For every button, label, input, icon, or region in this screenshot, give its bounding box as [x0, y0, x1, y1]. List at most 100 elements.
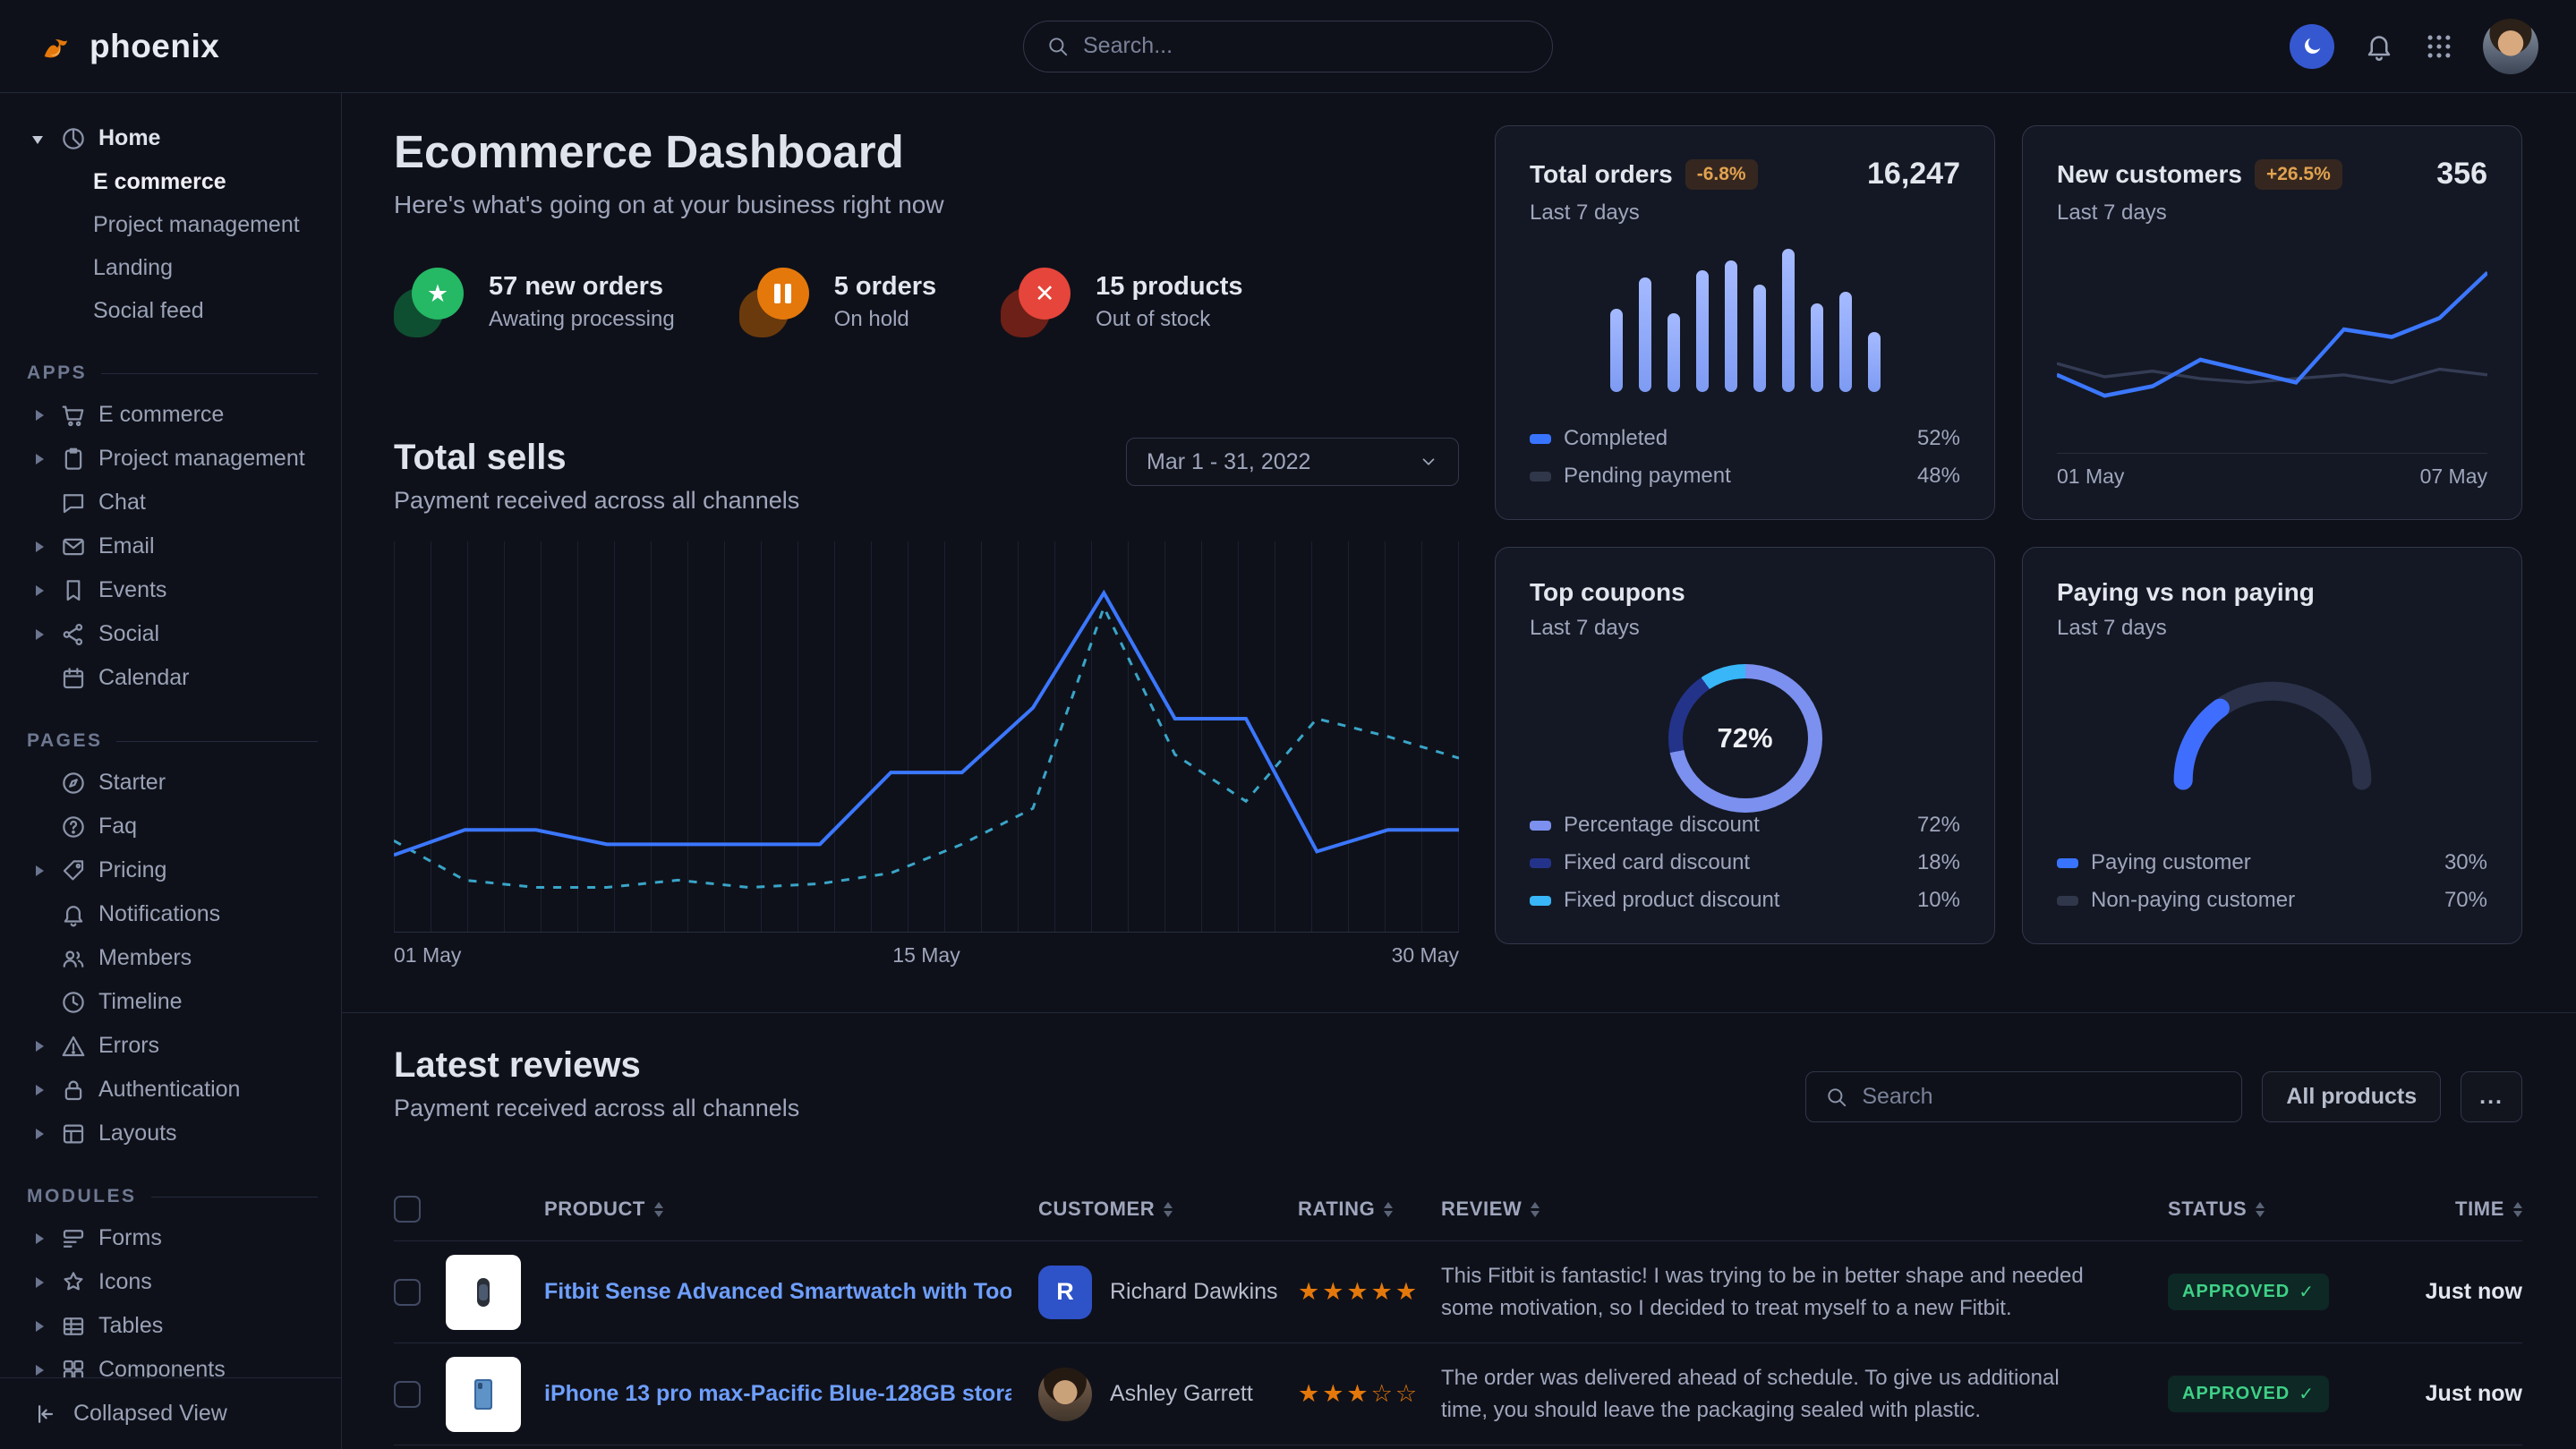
check-icon: ✓	[2299, 1383, 2315, 1405]
new-customers-chart	[2057, 242, 2487, 447]
chevron-right-icon	[30, 1125, 48, 1143]
date-range-select[interactable]: Mar 1 - 31, 2022	[1126, 438, 1459, 486]
column-header-review[interactable]: REVIEW	[1441, 1198, 2168, 1221]
sidebar-item-tables[interactable]: Tables	[23, 1304, 321, 1348]
reviews-subtitle: Payment received across all channels	[394, 1095, 799, 1122]
sidebar-item-starter[interactable]: Starter	[23, 761, 321, 805]
collapse-icon	[32, 1401, 59, 1428]
sidebar-item-errors[interactable]: Errors	[23, 1024, 321, 1068]
column-header-customer[interactable]: CUSTOMER	[1038, 1198, 1298, 1221]
sort-icon	[1164, 1202, 1173, 1217]
new-customers-value: 356	[2436, 157, 2487, 192]
product-link[interactable]: Fitbit Sense Advanced Smartwatch with To…	[544, 1279, 1011, 1305]
lock-icon	[59, 1077, 88, 1104]
chevron-right-icon	[30, 1081, 48, 1099]
column-header-product[interactable]: PRODUCT	[446, 1198, 1038, 1221]
trend-badge: -6.8%	[1685, 159, 1758, 190]
product-link[interactable]: iPhone 13 pro max-Pacific Blue-128GB sto…	[544, 1381, 1011, 1407]
app-launcher-button[interactable]	[2424, 31, 2454, 62]
sidebar-item-landing[interactable]: Landing	[23, 246, 321, 289]
bell-icon	[59, 901, 88, 928]
share-icon	[59, 621, 88, 648]
chevron-right-icon	[30, 1274, 48, 1291]
moon-icon	[2300, 34, 2324, 58]
row-checkbox[interactable]	[394, 1381, 421, 1408]
sidebar-item-authentication[interactable]: Authentication	[23, 1068, 321, 1112]
global-search[interactable]	[1023, 21, 1553, 72]
table-row: Fitbit Sense Advanced Smartwatch with To…	[394, 1241, 2522, 1343]
main-content: Ecommerce Dashboard Here's what's going …	[342, 93, 2576, 1449]
theme-toggle-button[interactable]	[2290, 24, 2334, 69]
shapes-icon	[59, 1269, 88, 1296]
sidebar-item-faq[interactable]: Faq	[23, 805, 321, 848]
global-search-input[interactable]	[1023, 21, 1553, 72]
clipboard-icon	[59, 446, 88, 473]
sidebar-item-pricing[interactable]: Pricing	[23, 848, 321, 892]
sort-icon	[654, 1202, 663, 1217]
sidebar-item-email[interactable]: Email	[23, 524, 321, 568]
review-text: The order was delivered ahead of schedul…	[1441, 1362, 2168, 1427]
product-image-smartwatch	[446, 1255, 521, 1330]
notifications-button[interactable]	[2363, 30, 2395, 63]
sidebar-item-icons[interactable]: Icons	[23, 1260, 321, 1304]
sidebar-item-notifications[interactable]: Notifications	[23, 892, 321, 936]
row-checkbox[interactable]	[394, 1279, 421, 1306]
brand-logo[interactable]: phoenix	[38, 27, 219, 66]
sidebar-item-forms[interactable]: Forms	[23, 1216, 321, 1260]
user-avatar[interactable]	[2483, 19, 2538, 74]
column-header-rating[interactable]: RATING	[1298, 1198, 1441, 1221]
envelope-icon	[59, 533, 88, 560]
more-actions-button[interactable]: ...	[2461, 1071, 2522, 1122]
paying-gauge-chart	[2163, 671, 2382, 790]
sidebar-item-timeline[interactable]: Timeline	[23, 980, 321, 1024]
table-icon	[59, 1313, 88, 1340]
sidebar-section-modules: MODULES	[27, 1186, 318, 1207]
stat-out-of-stock: ✕ 15 productsOut of stock	[1001, 266, 1242, 337]
chevron-right-icon	[30, 1317, 48, 1335]
column-header-time[interactable]: TIME	[2365, 1198, 2522, 1221]
legend-item: Fixed product discount10%	[1530, 888, 1960, 913]
sidebar-item-layouts[interactable]: Layouts	[23, 1112, 321, 1155]
brand-name: phoenix	[90, 28, 219, 65]
sidebar-item-members[interactable]: Members	[23, 936, 321, 980]
column-header-status[interactable]: STATUS	[2168, 1198, 2365, 1221]
card-paying-vs-nonpaying: Paying vs non paying Last 7 days Paying …	[2022, 547, 2522, 944]
reviews-search[interactable]	[1805, 1071, 2242, 1122]
question-circle-icon	[59, 814, 88, 840]
sidebar-item-calendar[interactable]: Calendar	[23, 656, 321, 700]
customer-avatar: R	[1038, 1266, 1092, 1319]
x-axis-labels: 01 May 15 May 30 May	[394, 943, 1459, 967]
chevron-right-icon	[30, 1230, 48, 1248]
chevron-down-icon	[30, 130, 48, 148]
legend-item: Fixed card discount18%	[1530, 850, 1960, 875]
reviews-search-input[interactable]	[1805, 1071, 2242, 1122]
all-products-filter-button[interactable]: All products	[2262, 1071, 2441, 1122]
chevron-right-icon	[30, 450, 48, 468]
chevron-down-icon	[1419, 452, 1438, 472]
sidebar-item-project-management[interactable]: Project management	[23, 437, 321, 481]
card-new-customers: New customers +26.5% 356 Last 7 days 01 …	[2022, 125, 2522, 520]
sidebar-item-components[interactable]: Components	[23, 1348, 321, 1377]
sidebar-item-home[interactable]: Home	[23, 116, 321, 160]
select-all-checkbox[interactable]	[394, 1196, 421, 1223]
collapse-sidebar-toggle[interactable]: Collapsed View	[0, 1377, 341, 1449]
sidebar-item-chat[interactable]: Chat	[23, 481, 321, 524]
rating-stars: ★★★☆☆	[1298, 1380, 1441, 1408]
compass-icon	[59, 770, 88, 797]
sidebar-item-social-feed[interactable]: Social feed	[23, 289, 321, 332]
sidebar-item-project-management-dashboard[interactable]: Project management	[23, 203, 321, 246]
stat-orders-on-hold: 5 ordersOn hold	[739, 266, 936, 337]
chevron-right-icon	[30, 1037, 48, 1055]
card-top-coupons: Top coupons Last 7 days 72% Percentage d…	[1495, 547, 1995, 944]
sidebar-item-ecommerce-dashboard[interactable]: E commerce	[23, 160, 321, 203]
sidebar-item-social[interactable]: Social	[23, 612, 321, 656]
form-icon	[59, 1225, 88, 1252]
apps-grid-icon	[2424, 31, 2454, 62]
chevron-right-icon	[30, 406, 48, 424]
table-row: iPhone 13 pro max-Pacific Blue-128GB sto…	[394, 1343, 2522, 1445]
pie-chart-icon	[59, 125, 88, 152]
bell-icon	[2363, 30, 2395, 63]
sidebar-item-ecommerce[interactable]: E commerce	[23, 393, 321, 437]
sidebar-item-events[interactable]: Events	[23, 568, 321, 612]
reviews-table: PRODUCT CUSTOMER RATING REVIEW STATUS TI…	[394, 1178, 2522, 1449]
